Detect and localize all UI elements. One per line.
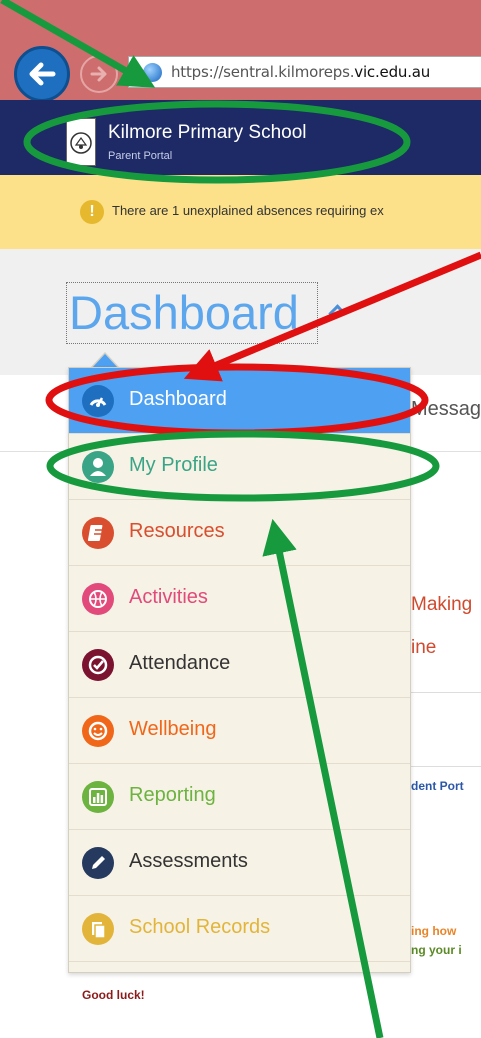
book-icon [82, 517, 114, 549]
school-name[interactable]: Kilmore Primary School [108, 122, 307, 144]
student-portal-link[interactable]: dent Port [411, 779, 464, 793]
smile-icon [82, 715, 114, 747]
basketball-icon [82, 583, 114, 615]
menu-item-resources[interactable]: Resources [69, 500, 410, 566]
address-bar[interactable]: https://sentral.kilmoreps.vic.edu.au [128, 56, 481, 88]
menu-item-school-records[interactable]: School Records [69, 896, 410, 962]
menu-item-label: School Records [129, 916, 271, 938]
messages-tab[interactable]: Messag [411, 398, 481, 421]
menu-item-label: Reporting [129, 784, 216, 806]
divider [411, 766, 481, 767]
menu-item-assessments[interactable]: Assessments [69, 830, 410, 896]
news-item-making[interactable]: Making [411, 594, 472, 616]
news-item-line[interactable]: ine [411, 637, 436, 659]
dashboard-icon [82, 385, 114, 417]
menu-item-activities[interactable]: Activities [69, 566, 410, 632]
forward-arrow-icon [90, 66, 107, 82]
note-text-1: ing how [411, 924, 457, 938]
portal-subtitle: Parent Portal [108, 150, 173, 162]
divider [411, 692, 481, 693]
back-button[interactable] [14, 46, 70, 102]
school-logo [66, 118, 96, 166]
menu-item-label: Wellbeing [129, 718, 217, 740]
bar-chart-icon [82, 781, 114, 813]
url-text: https://sentral.kilmoreps.vic.edu.au [171, 63, 431, 81]
school-crest-icon [70, 132, 92, 154]
back-arrow-icon [29, 62, 56, 86]
menu-item-label: Assessments [129, 850, 248, 872]
menu-item-wellbeing[interactable]: Wellbeing [69, 698, 410, 764]
note-text-2: ng your i [411, 943, 462, 957]
menu-item-label: Attendance [129, 652, 231, 674]
user-icon [82, 451, 114, 483]
menu-item-label: Resources [129, 520, 225, 542]
check-circle-icon [82, 649, 114, 681]
good-luck-text: Good luck! [82, 988, 145, 1002]
records-icon [82, 913, 114, 945]
alert-message[interactable]: There are 1 unexplained absences requiri… [112, 203, 384, 218]
menu-item-label: Dashboard [129, 388, 227, 410]
site-globe-icon [143, 63, 162, 82]
pencil-icon [82, 847, 114, 879]
menu-item-my-profile[interactable]: My Profile [69, 434, 410, 500]
menu-item-label: My Profile [129, 454, 218, 476]
menu-item-dashboard[interactable]: Dashboard [69, 368, 410, 434]
navigation-dropdown-menu: Dashboard My Profile Resources Activities At… [68, 367, 411, 973]
page-title-dropdown[interactable]: Dashboard [66, 282, 318, 344]
menu-item-label: Activities [129, 586, 208, 608]
warning-icon: ! [80, 200, 104, 224]
menu-item-reporting[interactable]: Reporting [69, 764, 410, 830]
menu-item-attendance[interactable]: Attendance [69, 632, 410, 698]
dropdown-pointer [92, 354, 118, 368]
forward-button[interactable] [80, 55, 118, 93]
